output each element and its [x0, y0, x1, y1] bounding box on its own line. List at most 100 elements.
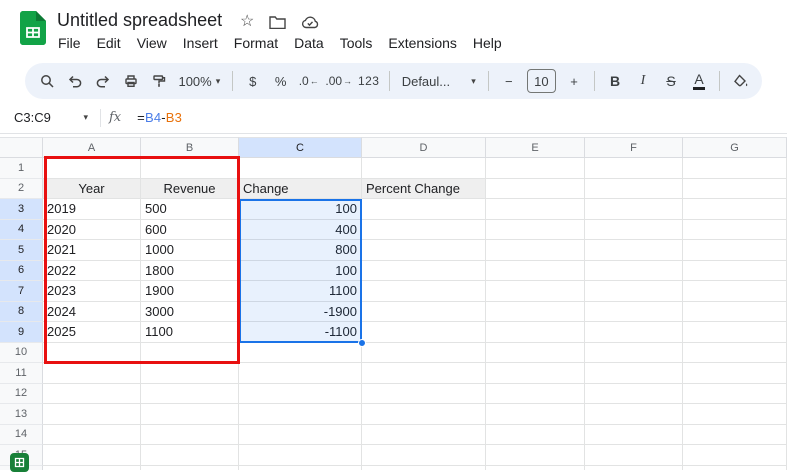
- cell-G4[interactable]: [683, 219, 787, 240]
- cell-B1[interactable]: [141, 158, 239, 179]
- cell-C2[interactable]: Change: [239, 178, 362, 199]
- menu-view[interactable]: View: [129, 33, 175, 53]
- column-header-D[interactable]: D: [362, 137, 486, 158]
- increase-font-size-button[interactable]: +: [560, 67, 588, 95]
- row-header-5[interactable]: 5: [0, 240, 43, 261]
- cell-C6[interactable]: 100: [239, 260, 362, 281]
- text-color-button[interactable]: A: [685, 67, 713, 95]
- number-format-button[interactable]: 123: [355, 67, 383, 95]
- menu-format[interactable]: Format: [226, 33, 286, 53]
- cell-D11[interactable]: [362, 363, 486, 384]
- cell-B16[interactable]: [141, 465, 239, 470]
- cell-E3[interactable]: [486, 199, 585, 220]
- cell-B4[interactable]: 600: [141, 219, 239, 240]
- cell-C15[interactable]: [239, 445, 362, 466]
- cell-C3[interactable]: 100: [239, 199, 362, 220]
- menu-insert[interactable]: Insert: [175, 33, 226, 53]
- percent-format-button[interactable]: %: [267, 67, 295, 95]
- currency-format-button[interactable]: $: [239, 67, 267, 95]
- cell-D4[interactable]: [362, 219, 486, 240]
- cell-C8[interactable]: -1900: [239, 301, 362, 322]
- cell-F16[interactable]: [585, 465, 683, 470]
- cell-A4[interactable]: 2020: [43, 219, 141, 240]
- cell-G6[interactable]: [683, 260, 787, 281]
- cell-C7[interactable]: 1100: [239, 281, 362, 302]
- cell-F13[interactable]: [585, 404, 683, 425]
- print-button[interactable]: [117, 67, 145, 95]
- cell-D10[interactable]: [362, 342, 486, 363]
- cell-E13[interactable]: [486, 404, 585, 425]
- row-header-2[interactable]: 2: [0, 178, 43, 199]
- row-header-1[interactable]: 1: [0, 158, 43, 179]
- column-header-F[interactable]: F: [585, 137, 683, 158]
- column-header-B[interactable]: B: [141, 137, 239, 158]
- cell-F6[interactable]: [585, 260, 683, 281]
- row-header-3[interactable]: 3: [0, 199, 43, 220]
- cell-E5[interactable]: [486, 240, 585, 261]
- cell-C16[interactable]: [239, 465, 362, 470]
- cell-A11[interactable]: [43, 363, 141, 384]
- cell-G14[interactable]: [683, 424, 787, 445]
- cell-D2[interactable]: Percent Change: [362, 178, 486, 199]
- cell-A1[interactable]: [43, 158, 141, 179]
- menu-help[interactable]: Help: [465, 33, 510, 53]
- cell-A12[interactable]: [43, 383, 141, 404]
- cell-C4[interactable]: 400: [239, 219, 362, 240]
- cell-G5[interactable]: [683, 240, 787, 261]
- cell-B3[interactable]: 500: [141, 199, 239, 220]
- cell-C5[interactable]: 800: [239, 240, 362, 261]
- cell-G7[interactable]: [683, 281, 787, 302]
- cell-A15[interactable]: [43, 445, 141, 466]
- menu-extensions[interactable]: Extensions: [380, 33, 464, 53]
- menu-file[interactable]: File: [50, 33, 89, 53]
- cell-C12[interactable]: [239, 383, 362, 404]
- row-header-6[interactable]: 6: [0, 260, 43, 281]
- column-header-G[interactable]: G: [683, 137, 787, 158]
- cell-B2[interactable]: Revenue: [141, 178, 239, 199]
- cell-F1[interactable]: [585, 158, 683, 179]
- document-title[interactable]: Untitled spreadsheet: [57, 10, 222, 31]
- cell-B6[interactable]: 1800: [141, 260, 239, 281]
- cell-F11[interactable]: [585, 363, 683, 384]
- row-header-10[interactable]: 10: [0, 342, 43, 363]
- row-header-9[interactable]: 9: [0, 322, 43, 343]
- formula-input[interactable]: = B4 - B3: [137, 110, 182, 125]
- cell-B12[interactable]: [141, 383, 239, 404]
- cell-G8[interactable]: [683, 301, 787, 322]
- cell-F4[interactable]: [585, 219, 683, 240]
- cell-E2[interactable]: [486, 178, 585, 199]
- fill-color-button[interactable]: [726, 67, 754, 95]
- cell-A14[interactable]: [43, 424, 141, 445]
- cell-C9[interactable]: -1100: [239, 322, 362, 343]
- row-header-8[interactable]: 8: [0, 301, 43, 322]
- cell-E9[interactable]: [486, 322, 585, 343]
- cell-D8[interactable]: [362, 301, 486, 322]
- undo-button[interactable]: [61, 67, 89, 95]
- cell-G12[interactable]: [683, 383, 787, 404]
- cell-F3[interactable]: [585, 199, 683, 220]
- cell-D13[interactable]: [362, 404, 486, 425]
- cell-F7[interactable]: [585, 281, 683, 302]
- cell-E11[interactable]: [486, 363, 585, 384]
- cell-E4[interactable]: [486, 219, 585, 240]
- cell-B8[interactable]: 3000: [141, 301, 239, 322]
- cell-F2[interactable]: [585, 178, 683, 199]
- star-icon[interactable]: ☆: [240, 14, 254, 30]
- cell-C14[interactable]: [239, 424, 362, 445]
- cell-A16[interactable]: [43, 465, 141, 470]
- cell-C10[interactable]: [239, 342, 362, 363]
- cell-B11[interactable]: [141, 363, 239, 384]
- redo-button[interactable]: [89, 67, 117, 95]
- cell-D5[interactable]: [362, 240, 486, 261]
- increase-decimal-button[interactable]: .00 →: [323, 67, 355, 95]
- cell-A8[interactable]: 2024: [43, 301, 141, 322]
- cell-F9[interactable]: [585, 322, 683, 343]
- cell-E7[interactable]: [486, 281, 585, 302]
- search-button[interactable]: [33, 67, 61, 95]
- cell-A10[interactable]: [43, 342, 141, 363]
- cell-G2[interactable]: [683, 178, 787, 199]
- name-box[interactable]: C3:C9 ▾: [0, 110, 88, 125]
- zoom-selector[interactable]: 100% ▾: [173, 67, 226, 95]
- row-header-4[interactable]: 4: [0, 219, 43, 240]
- cell-F14[interactable]: [585, 424, 683, 445]
